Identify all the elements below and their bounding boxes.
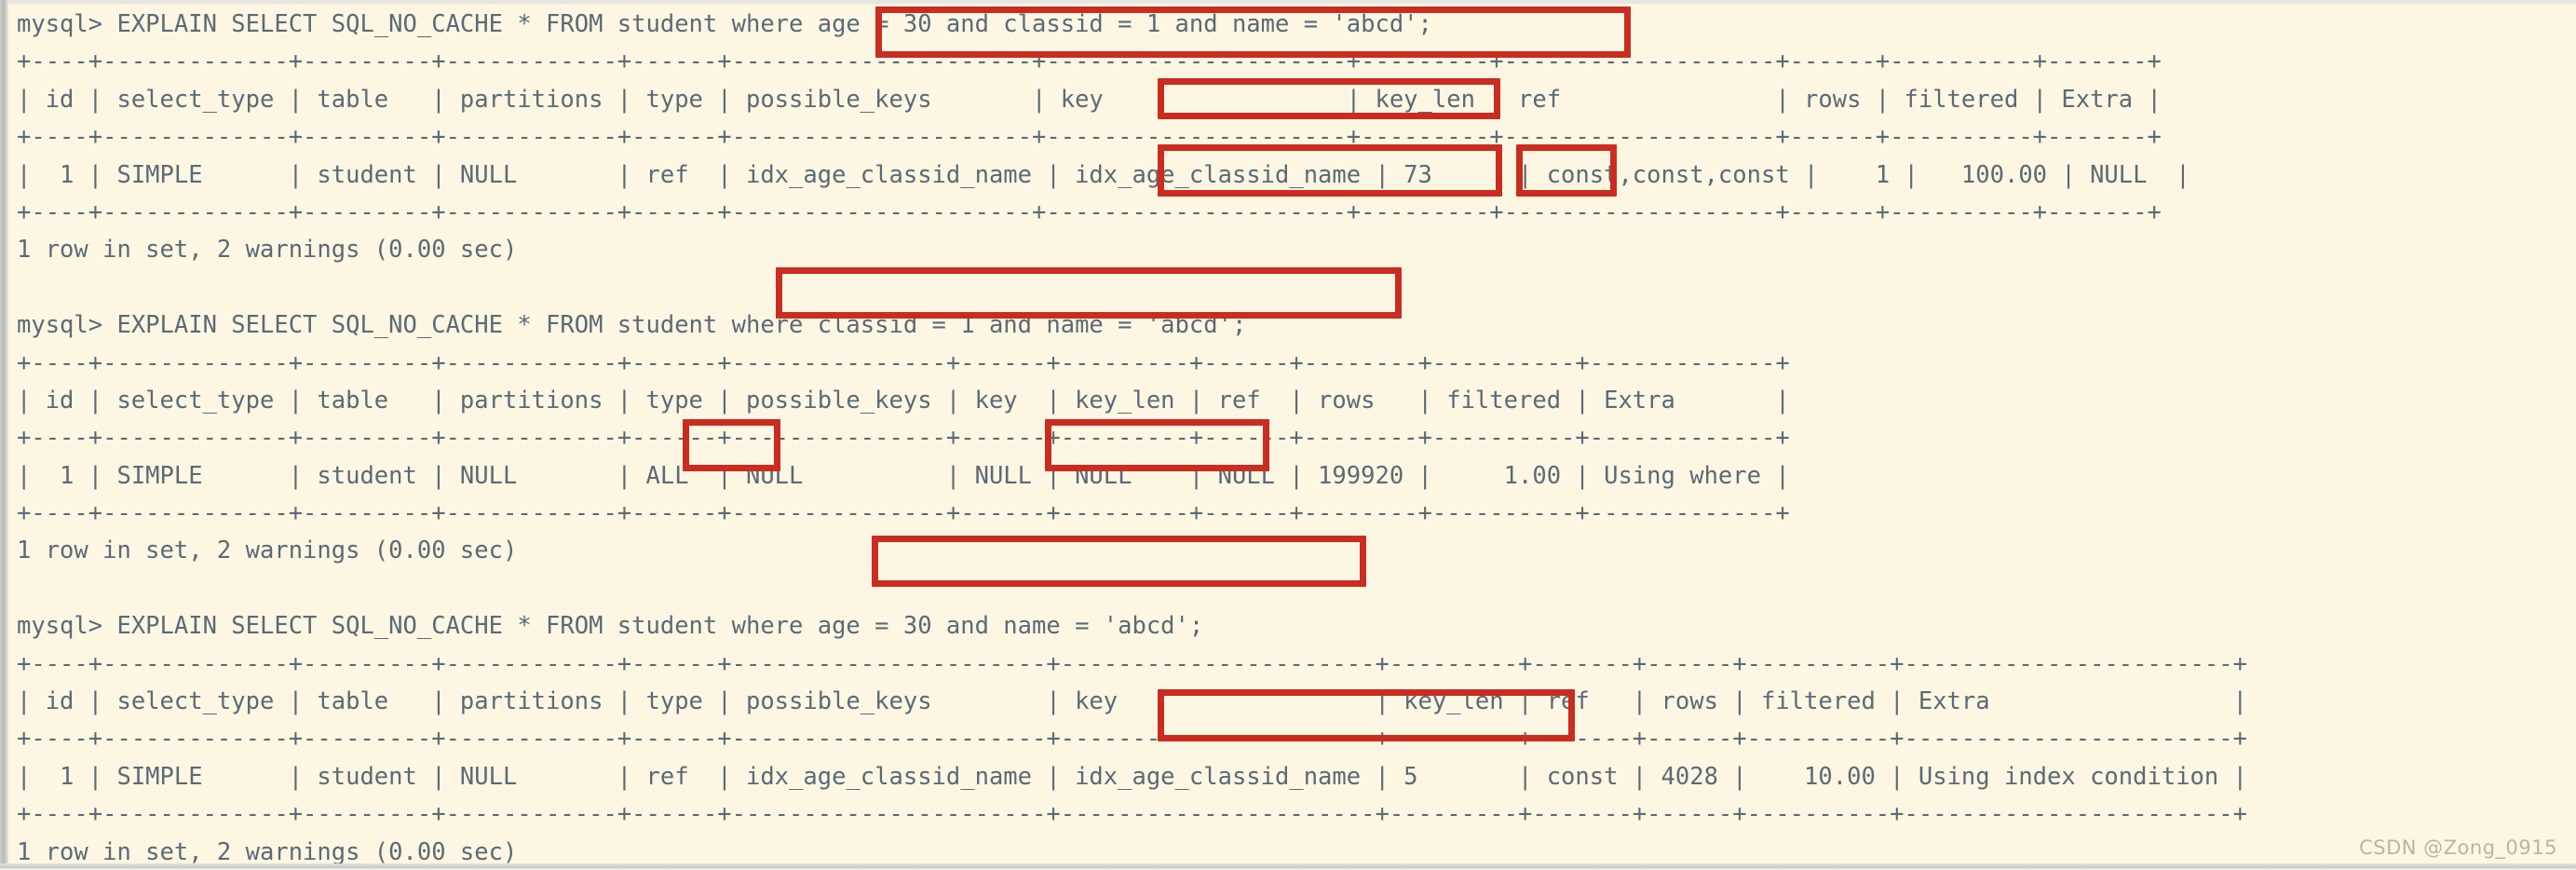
terminal-line: +----+-------------+---------+----------… xyxy=(17,348,1790,377)
terminal-line: 1 row in set, 2 warnings (0.00 sec) xyxy=(17,537,518,565)
window-left-edge xyxy=(0,0,8,870)
terminal-line: 1 row in set, 2 warnings (0.00 sec) xyxy=(17,236,518,265)
terminal-line: +----+-------------+---------+----------… xyxy=(17,197,2162,226)
window-bottom-edge xyxy=(0,863,2576,870)
terminal-line: | id | select_type | table | partitions … xyxy=(17,85,2162,114)
watermark: CSDN @Zong_0915 xyxy=(2359,836,2557,859)
terminal-line: +----+-------------+---------+----------… xyxy=(17,123,2162,152)
terminal-line: 1 row in set, 2 warnings (0.00 sec) xyxy=(17,837,518,866)
terminal-line: +----+-------------+---------+----------… xyxy=(17,800,2247,829)
terminal-line: | id | select_type | table | partitions … xyxy=(17,386,1790,415)
terminal-line: +----+-------------+---------+----------… xyxy=(17,725,2247,754)
terminal-line: | 1 | SIMPLE | student | NULL | ref | id… xyxy=(17,762,2247,791)
terminal-output[interactable]: mysql> EXPLAIN SELECT SQL_NO_CACHE * FRO… xyxy=(8,0,2576,866)
terminal-line: +----+-------------+---------+----------… xyxy=(17,424,1790,453)
terminal-line: +----+-------------+---------+----------… xyxy=(17,48,2162,76)
terminal-line: mysql> EXPLAIN SELECT SQL_NO_CACHE * FRO… xyxy=(17,10,1432,38)
terminal-line: | id | select_type | table | partitions … xyxy=(17,687,2247,716)
terminal-line: +----+-------------+---------+----------… xyxy=(17,499,1790,528)
terminal-window: mysql> EXPLAIN SELECT SQL_NO_CACHE * FRO… xyxy=(0,0,2576,870)
terminal-line: mysql> EXPLAIN SELECT SQL_NO_CACHE * FRO… xyxy=(17,311,1247,340)
terminal-line: | 1 | SIMPLE | student | NULL | ref | id… xyxy=(17,160,2190,189)
terminal-line: mysql> EXPLAIN SELECT SQL_NO_CACHE * FRO… xyxy=(17,612,1204,641)
terminal-line: | 1 | SIMPLE | student | NULL | ALL | NU… xyxy=(17,461,1790,490)
terminal-line: +----+-------------+---------+----------… xyxy=(17,649,2247,678)
